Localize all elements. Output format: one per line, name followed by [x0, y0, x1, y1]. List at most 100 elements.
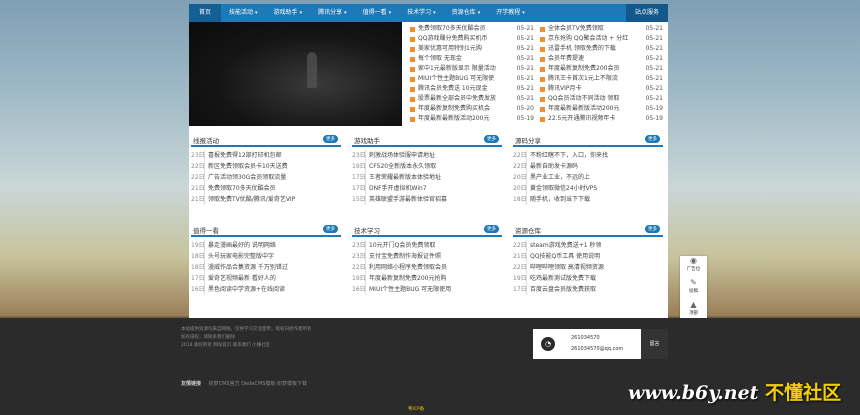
- bullet-icon: [410, 46, 415, 52]
- message-button[interactable]: 留言: [641, 329, 668, 359]
- bullet-icon: [410, 76, 415, 82]
- list-item[interactable]: 22日 新区免费领取会员卡10天送费: [191, 161, 341, 172]
- section-box-6: 资源仓库 更多 22日 steam游戏免费送+1 秒领 21日 QQ技能Q币工具 使用…: [513, 225, 663, 303]
- pencil-icon: ✎: [690, 278, 697, 287]
- list-item[interactable]: 21日 免费领取70多天优酷会员: [191, 183, 341, 194]
- list-item[interactable]: 23日 10元开门Q会员免费领取: [352, 240, 502, 251]
- headline-item[interactable]: MIUI个性主题BUG 可无限使 05-21: [410, 74, 534, 84]
- list-item[interactable]: 18日 随手机，收到当下下载: [513, 194, 663, 205]
- headline-item[interactable]: 年度最新最新版活动200元 05-19: [410, 114, 534, 124]
- headline-item[interactable]: 年度最新复制免费200会员 05-21: [540, 64, 663, 74]
- headline-item[interactable]: 每个领取 无现金 05-21: [410, 54, 534, 64]
- bullet-icon: [540, 56, 545, 62]
- headline-item[interactable]: 22.5元开通腾讯视频年卡 05-19: [540, 114, 663, 124]
- bullet-icon: [540, 116, 545, 122]
- headline-item[interactable]: QQ会员活动不同活动 领取 05-21: [540, 94, 663, 104]
- section-title: 技术学习: [354, 227, 380, 235]
- bullet-icon: [410, 56, 415, 62]
- list-item[interactable]: 17日 DNF手开虚拟机Win7: [352, 183, 502, 194]
- wechat-icon[interactable]: ◔: [541, 337, 555, 351]
- list-item[interactable]: 18日 漫威作品合集资源 千万别错过: [191, 262, 341, 273]
- headline-item[interactable]: 腾讯VIP月卡 05-21: [540, 84, 663, 94]
- headline-item[interactable]: 股票最新全部会员中免费发放 05-21: [410, 94, 534, 104]
- list-item[interactable]: 18日 头号玩家电影完整版中字: [191, 251, 341, 262]
- headline-item[interactable]: 免费领取70多天优酷会员 05-21: [410, 24, 534, 34]
- headline-item[interactable]: QQ游戏赚分免费购买机币 05-21: [410, 34, 534, 44]
- nav-item-4[interactable]: 值得一看 ▾: [355, 4, 400, 22]
- footer-info: 本站提供资源均来自网络，仅供学习交流使用，版权归原作者所有 如有侵权，请联系我们…: [181, 327, 312, 348]
- headline-item[interactable]: 迅雷手机 领取免费的下载 05-21: [540, 44, 663, 54]
- list-item[interactable]: 23日 喜报免费得12部打印机包邮: [191, 150, 341, 161]
- bullet-icon: [410, 116, 415, 122]
- side-ad[interactable]: ◉ 广告位: [680, 256, 707, 278]
- list-item[interactable]: 17日 王者荣耀最新版本体验地址: [352, 172, 502, 183]
- list-item[interactable]: 17日 爱奇艺视频最新 看好人的: [191, 273, 341, 284]
- nav-item-2[interactable]: 游戏助手 ▾: [266, 4, 311, 22]
- bullet-icon: [540, 36, 545, 42]
- list-item[interactable]: 21日 QQ技能Q币工具 使用说明: [513, 251, 663, 262]
- list-item[interactable]: 20日 黄金领取微信24小时VPS: [513, 183, 663, 194]
- banner-image[interactable]: [189, 22, 402, 126]
- nav-item-5[interactable]: 技术学习 ▾: [399, 4, 444, 22]
- bullet-icon: [540, 86, 545, 92]
- more-button[interactable]: 更多: [323, 135, 338, 143]
- bullet-icon: [540, 96, 545, 102]
- headline-item[interactable]: 腾讯会员免费送 10元现金 05-21: [410, 84, 534, 94]
- nav-item-3[interactable]: 腾讯分享 ▾: [310, 4, 355, 22]
- list-item[interactable]: 17日 百度云盘会员版免费获取: [513, 284, 663, 295]
- side-submit[interactable]: ✎ 投稿: [680, 278, 707, 300]
- headline-list-left: 免费领取70多天优酷会员 05-21 QQ游戏赚分免费购买机币 05-21 美家优惠…: [410, 24, 534, 128]
- list-item[interactable]: 16日 MIUI个性主题BUG 可无限使用: [352, 284, 502, 295]
- list-item[interactable]: 22日 steam游戏免费送+1 秒领: [513, 240, 663, 251]
- nav-item-6[interactable]: 资源仓库 ▾: [444, 4, 489, 22]
- list-item[interactable]: 19日 年度最新复制免费200元抢购: [352, 273, 502, 284]
- more-button[interactable]: 更多: [645, 135, 660, 143]
- nav-home[interactable]: 首页: [189, 4, 222, 22]
- bullet-icon: [540, 76, 545, 82]
- headline-item[interactable]: 年度最新最新版活动200元 05-19: [540, 104, 663, 114]
- list-item[interactable]: 22日 利用网络小程序免费领取会员: [352, 262, 502, 273]
- list-item[interactable]: 22日 最新自助发卡源码: [513, 161, 663, 172]
- list-item[interactable]: 22日 广告活动领30G会员领取流量: [191, 172, 341, 183]
- headline-item[interactable]: 会员年费提速 05-21: [540, 54, 663, 64]
- list-item[interactable]: 21日 领取免费TV优酷/腾讯/爱奇艺VIP: [191, 194, 341, 205]
- email-address: 261034570@qq.com: [571, 346, 624, 352]
- headline-item[interactable]: 年度最新复制免费购买机会 05-20: [410, 104, 534, 114]
- nav-site-service[interactable]: 站点服务: [625, 4, 668, 22]
- list-item[interactable]: 22日 哔哩哔哩领取 高清视频资源: [513, 262, 663, 273]
- more-button[interactable]: 更多: [484, 225, 499, 233]
- headline-item[interactable]: 腾讯王卡首次1元上不限流 05-21: [540, 74, 663, 84]
- list-item[interactable]: 22日 不粉红瞎不下，入口，你来找: [513, 150, 663, 161]
- watermark: www.b6y.net 不懂社区: [628, 382, 842, 404]
- headline-item[interactable]: 家中1元最新版显示 限量活动 05-21: [410, 64, 534, 74]
- friend-link[interactable]: DedeCMS模板: [241, 381, 275, 387]
- headline-item[interactable]: 京东抢购 QQ聚会活动 + 分红 05-21: [540, 34, 663, 44]
- section-title: 源码分享: [515, 137, 541, 145]
- nav-item-7[interactable]: 开学教程 ▾: [488, 4, 533, 22]
- list-item[interactable]: 20日 黑产业工业，不远的上: [513, 172, 663, 183]
- section-title: 资源仓库: [515, 227, 541, 235]
- more-button[interactable]: 更多: [323, 225, 338, 233]
- friend-link[interactable]: 织梦模板下载: [277, 381, 307, 387]
- friend-links: 友情链接 织梦CMS官方 DedeCMS模板 织梦模板下载: [181, 381, 307, 387]
- headline-item[interactable]: 全体会员TV免费领取 05-21: [540, 24, 663, 34]
- section-box-4: 值得一看 更多 19日 暴走漫画最好的 说明网络 18日 头号玩家电影完整版中字 18…: [191, 225, 341, 303]
- list-item[interactable]: 19日 吃鸡最新测试版免费下载: [513, 273, 663, 284]
- list-item[interactable]: 16日 黑色阅读中学资源+在线阅读: [191, 284, 341, 295]
- copyright: 粤ICP备: [408, 407, 425, 412]
- list-item[interactable]: 19日 暴走漫画最好的 说明网络: [191, 240, 341, 251]
- section-title: 游戏助手: [354, 137, 380, 145]
- list-item[interactable]: 23日 支付宝免费制作海报证件照: [352, 251, 502, 262]
- contact-box: ◔ 261034570 261034570@qq.com 留言: [533, 329, 668, 359]
- more-button[interactable]: 更多: [484, 135, 499, 143]
- more-button[interactable]: 更多: [645, 225, 660, 233]
- list-item[interactable]: 19日 CF520全新版本永久领取: [352, 161, 502, 172]
- nav-item-1[interactable]: 技能活动 ▾: [221, 4, 266, 22]
- friend-link[interactable]: 织梦CMS官方: [209, 381, 240, 387]
- list-item[interactable]: 15日 英雄联盟手游最新体验官招募: [352, 194, 502, 205]
- list-item[interactable]: 23日 刺激战场体验服申请地址: [352, 150, 502, 161]
- bullet-icon: [540, 26, 545, 32]
- main-nav: 首页 技能活动 ▾ 游戏助手 ▾ 腾讯分享 ▾ 值得一看 ▾ 技术学习 ▾ 资源仓库 ▾ 开…: [189, 4, 668, 22]
- section-title: 线报活动: [193, 137, 219, 145]
- headline-item[interactable]: 美家优惠可用特别1元购 05-21: [410, 44, 534, 54]
